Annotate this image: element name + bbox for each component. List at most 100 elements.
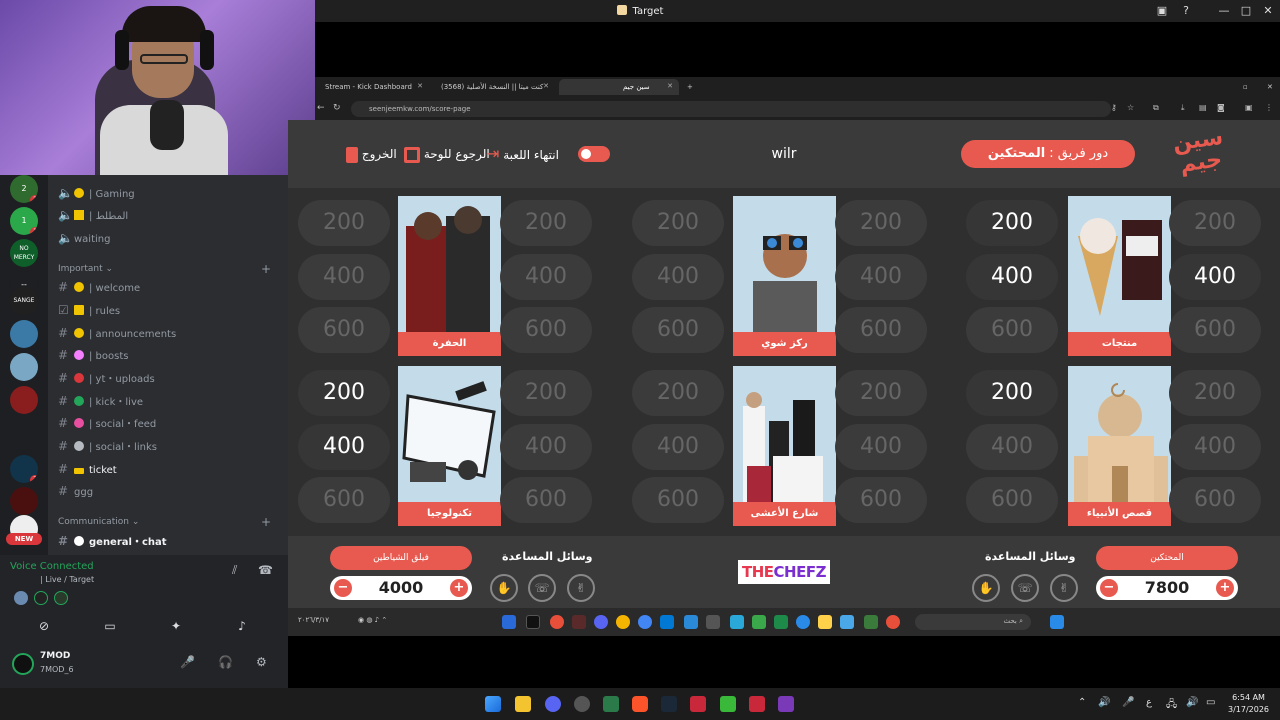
question-right-200[interactable]: 200 bbox=[500, 370, 592, 416]
tab-youtube[interactable]: (3568) كنت ميتا || النسخة الأصلية ✕ bbox=[433, 79, 555, 95]
battery-icon[interactable]: ▭ bbox=[1206, 697, 1215, 708]
sidebar-icon[interactable]: ▣ bbox=[1245, 103, 1253, 112]
question-right-200[interactable]: 200 bbox=[835, 370, 927, 416]
app-icon[interactable] bbox=[660, 615, 674, 629]
two-answers-icon[interactable]: ✌ bbox=[1050, 574, 1078, 602]
close-button[interactable]: ✕ bbox=[1254, 0, 1280, 22]
profile-icon[interactable]: ◙ bbox=[1217, 103, 1225, 112]
captured-search[interactable]: بحث ⌕ bbox=[915, 614, 1031, 630]
minus-button[interactable]: − bbox=[334, 579, 352, 597]
key-icon[interactable]: ⚷ bbox=[1111, 103, 1117, 112]
download-icon[interactable]: ⤓ bbox=[1181, 103, 1185, 113]
app-icon[interactable] bbox=[572, 615, 586, 629]
obs-icon[interactable] bbox=[574, 696, 590, 712]
question-left-200[interactable]: 200 bbox=[632, 370, 724, 416]
phone-icon[interactable]: ☏ bbox=[528, 574, 556, 602]
app-icon[interactable] bbox=[550, 615, 564, 629]
question-right-200[interactable]: 200 bbox=[500, 200, 592, 246]
back-icon[interactable]: ← bbox=[317, 103, 325, 113]
question-left-400[interactable]: 400 bbox=[632, 424, 724, 470]
participant-avatar[interactable] bbox=[54, 591, 68, 605]
text-channel-social-links[interactable]: # | social・links bbox=[58, 436, 283, 456]
restore-icon[interactable]: ▫ bbox=[1235, 79, 1255, 95]
soundboard-icon[interactable]: ♪ bbox=[212, 615, 272, 637]
new-tab-button[interactable]: + bbox=[679, 79, 699, 95]
text-channel-kick-live[interactable]: # | kick・live bbox=[58, 391, 283, 411]
tiktok-icon[interactable] bbox=[526, 615, 540, 629]
question-right-600[interactable]: 600 bbox=[835, 307, 927, 353]
extensions-icon[interactable]: ⧉ bbox=[1153, 103, 1159, 113]
keyboard-lang-icon[interactable]: ع bbox=[1146, 697, 1152, 708]
server-icon[interactable] bbox=[10, 487, 38, 515]
question-right-200[interactable]: 200 bbox=[1169, 200, 1261, 246]
server-icon-nomercy[interactable]: NO MERCY bbox=[10, 239, 38, 267]
app-icon[interactable] bbox=[730, 615, 744, 629]
disconnect-icon[interactable]: ☎ bbox=[258, 563, 273, 577]
chevron-up-icon[interactable]: ⌃ bbox=[1078, 697, 1086, 708]
question-left-600[interactable]: 600 bbox=[966, 477, 1058, 523]
question-left-400[interactable]: 400 bbox=[298, 254, 390, 300]
server-icon[interactable] bbox=[10, 386, 38, 414]
question-right-600[interactable]: 600 bbox=[500, 307, 592, 353]
question-left-400[interactable]: 400 bbox=[632, 254, 724, 300]
question-right-400[interactable]: 400 bbox=[1169, 424, 1261, 470]
user-area[interactable]: 7MOD 7MOD_6 🎤 🎧 ⚙ bbox=[10, 647, 280, 679]
steam-icon[interactable] bbox=[661, 696, 677, 712]
close-tab-icon[interactable]: ✕ bbox=[417, 82, 423, 90]
volume-icon[interactable]: 🔊 bbox=[1186, 697, 1198, 708]
close-tab-icon[interactable]: ✕ bbox=[667, 82, 673, 90]
participant-avatar[interactable] bbox=[14, 591, 28, 605]
speaker-tray-icon[interactable]: 🔊 bbox=[1098, 697, 1110, 708]
windows-start-icon[interactable] bbox=[1050, 615, 1064, 629]
file-explorer-icon[interactable] bbox=[515, 696, 531, 712]
question-right-600[interactable]: 600 bbox=[1169, 477, 1261, 523]
address-bar[interactable]: seenjeemkw.com/score-page bbox=[351, 101, 1111, 117]
text-channel-social-feed[interactable]: # | social・feed bbox=[58, 413, 283, 433]
category-important[interactable]: Important ⌄ + bbox=[58, 262, 283, 276]
settings-icon[interactable] bbox=[706, 615, 720, 629]
tab-search-icon[interactable]: ▤ bbox=[1199, 103, 1207, 112]
mic-tray-icon[interactable]: 🎤 bbox=[1122, 697, 1134, 708]
end-game-button[interactable]: ⇥ انتهاء اللعبة bbox=[486, 146, 559, 163]
app-icon[interactable] bbox=[502, 615, 516, 629]
end-game-toggle[interactable] bbox=[578, 146, 610, 162]
voice-channel-gaming[interactable]: 🔈 | Gaming bbox=[58, 183, 283, 203]
server-icon-sange[interactable]: SANGE bbox=[10, 287, 38, 315]
noise-suppression-icon[interactable]: ⫽ bbox=[232, 563, 237, 578]
minus-button[interactable]: − bbox=[1100, 579, 1118, 597]
question-left-200[interactable]: 200 bbox=[298, 200, 390, 246]
app-icon[interactable] bbox=[886, 615, 900, 629]
team-left-name[interactable]: فيلق الشياطين bbox=[330, 546, 472, 570]
question-left-600[interactable]: 600 bbox=[298, 477, 390, 523]
text-channel-ticket[interactable]: # ticket bbox=[58, 459, 283, 479]
menu-icon[interactable]: ⋮ bbox=[1265, 103, 1273, 112]
windows-start-icon[interactable] bbox=[485, 696, 501, 712]
app-icon[interactable] bbox=[749, 696, 765, 712]
question-left-600[interactable]: 600 bbox=[632, 477, 724, 523]
store-icon[interactable] bbox=[840, 615, 854, 629]
bookmark-star-icon[interactable]: ☆ bbox=[1127, 103, 1134, 112]
app-icon[interactable] bbox=[603, 696, 619, 712]
activities-icon[interactable]: ✦ bbox=[146, 615, 206, 637]
question-left-200[interactable]: 200 bbox=[632, 200, 724, 246]
app-icon[interactable] bbox=[638, 615, 652, 629]
taskbar-clock[interactable]: 6:54 AM 3/17/2026 bbox=[1228, 692, 1269, 716]
hand-icon[interactable]: ✋ bbox=[972, 574, 1000, 602]
voice-channel-waiting[interactable]: 🔈waiting bbox=[58, 228, 283, 248]
back-to-board-button[interactable]: الرجوع للوحة bbox=[400, 146, 490, 163]
help-icon[interactable]: ? bbox=[1172, 0, 1200, 22]
add-channel-icon[interactable]: + bbox=[261, 515, 271, 529]
network-icon[interactable]: 🖧 bbox=[1166, 697, 1177, 714]
text-channel-boosts[interactable]: # | boosts bbox=[58, 345, 283, 365]
question-right-600[interactable]: 600 bbox=[1169, 307, 1261, 353]
question-left-400[interactable]: 400 bbox=[966, 424, 1058, 470]
minecraft-icon[interactable] bbox=[864, 615, 878, 629]
discord-icon[interactable] bbox=[594, 615, 608, 629]
question-left-600[interactable]: 600 bbox=[632, 307, 724, 353]
close-tab-icon[interactable]: ✕ bbox=[543, 82, 549, 90]
question-left-400[interactable]: 400 bbox=[298, 424, 390, 470]
close-window-icon[interactable]: ✕ bbox=[1259, 79, 1279, 95]
question-left-600[interactable]: 600 bbox=[966, 307, 1058, 353]
text-channel-announcements[interactable]: # | announcements bbox=[58, 323, 283, 343]
text-channel-ggg[interactable]: # ggg bbox=[58, 481, 283, 501]
